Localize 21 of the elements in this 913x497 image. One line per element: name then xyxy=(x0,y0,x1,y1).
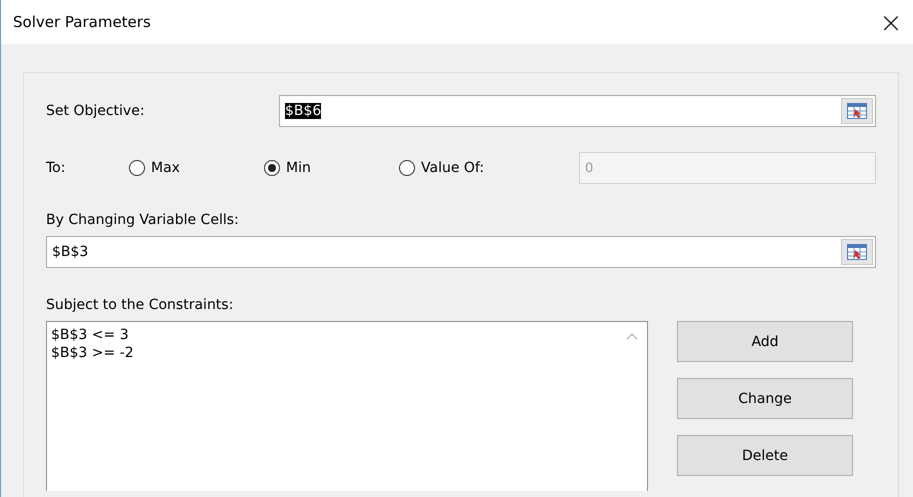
to-label: To: xyxy=(46,160,66,176)
radio-option[interactable]: Value Of: xyxy=(399,160,579,176)
window-title: Solver Parameters xyxy=(13,13,151,31)
range-picker-icon xyxy=(847,103,867,119)
radio-option[interactable]: Max xyxy=(129,160,264,176)
action-button[interactable]: Change xyxy=(677,378,853,419)
variable-cells-field[interactable]: $B$3 xyxy=(46,236,876,268)
range-picker-button[interactable] xyxy=(841,98,873,124)
close-button[interactable]: × xyxy=(869,0,913,44)
variable-cells-label: By Changing Variable Cells: xyxy=(46,212,240,228)
constraints-label: Subject to the Constraints: xyxy=(46,297,234,313)
constraint-item[interactable]: $B$3 <= 3 xyxy=(51,326,613,344)
objective-label: Set Objective: xyxy=(46,103,146,119)
range-picker-button[interactable] xyxy=(841,239,873,265)
action-button[interactable]: Add xyxy=(677,321,853,362)
constraint-item[interactable]: $B$3 >= -2 xyxy=(51,344,613,362)
objective-field[interactable]: $B$6 xyxy=(279,95,876,127)
radio-option[interactable]: Min xyxy=(264,160,399,176)
range-picker-icon xyxy=(847,244,867,260)
constraints-list[interactable]: $B$3 <= 3 $B$3 >= -2 xyxy=(46,321,648,491)
action-button[interactable]: Delete xyxy=(677,435,853,476)
